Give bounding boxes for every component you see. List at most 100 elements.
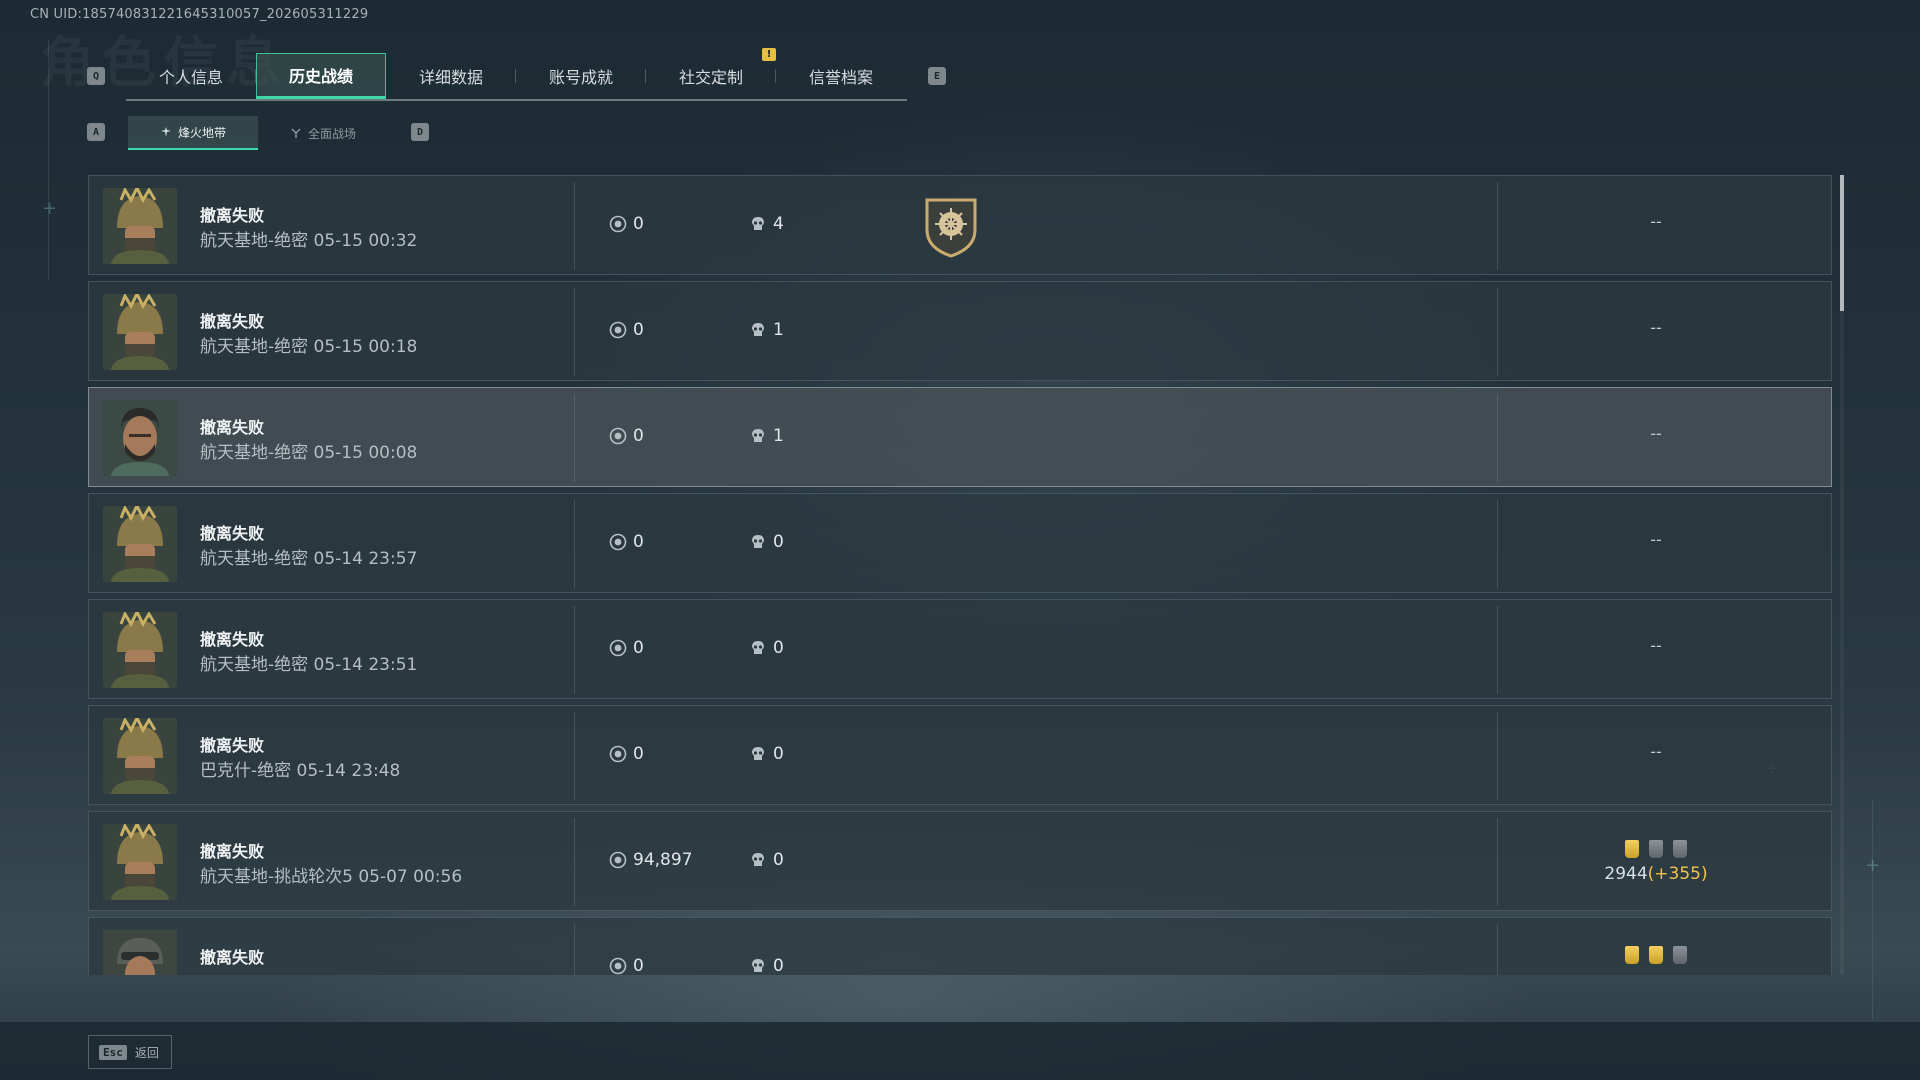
rank-points: 2944(+355)	[1591, 864, 1721, 884]
divider	[574, 394, 575, 482]
notification-badge: !	[762, 48, 776, 61]
match-detail: 巴克什-绝密 05-14 23:48	[200, 761, 401, 781]
tab-social-custom[interactable]: 社交定制	[646, 53, 776, 99]
scrollbar-thumb[interactable]	[1840, 175, 1844, 311]
match-row[interactable]: 撤离失败 航天基地-绝密 05-14 23:51 0 0 --	[88, 599, 1832, 699]
operator-avatar	[103, 188, 177, 264]
tab-achievements[interactable]: 账号成就	[516, 53, 646, 99]
medal-grey-icon	[1673, 946, 1687, 964]
medal-gold-icon	[1625, 946, 1639, 964]
tab-reputation[interactable]: 信誉档案	[776, 53, 906, 99]
divider	[574, 500, 575, 588]
extract-value-stat: 0	[609, 320, 644, 340]
kills-stat: 0	[749, 850, 784, 870]
match-row[interactable]: 撤离失败 航天基地-绝密 05-15 00:08 0 1 --	[88, 387, 1832, 487]
tab-label: 详细数据	[418, 68, 483, 87]
extract-value-stat: 0	[609, 638, 644, 658]
divider	[1497, 394, 1498, 482]
match-result: 撤离失败	[200, 630, 265, 649]
tab-personal-info[interactable]: 个人信息	[126, 53, 256, 99]
kills-stat: 0	[749, 532, 784, 552]
footer-bar	[0, 1022, 1920, 1080]
frame-line	[48, 40, 49, 280]
value-text: 0	[633, 744, 644, 764]
match-result: 撤离失败	[200, 312, 265, 331]
match-row[interactable]: 撤离失败 巴克什-绝密 05-14 23:48 0 0 --	[88, 705, 1832, 805]
value-coin-icon	[609, 215, 627, 233]
kills-stat: 4	[749, 214, 784, 234]
value-coin-icon	[609, 745, 627, 763]
match-row[interactable]: 撤离失败 航天基地-挑战轮次5 05-07 00:56 94,897 0 294…	[88, 811, 1832, 911]
kills-text: 0	[773, 956, 784, 975]
value-text: 0	[633, 638, 644, 658]
rank-score: --	[1650, 742, 1662, 761]
next-subtab-key[interactable]: D	[411, 123, 429, 141]
match-detail: 航天基地-绝密 05-14 23:51	[200, 655, 418, 675]
match-row[interactable]: 撤离失败 0 0	[88, 917, 1832, 975]
value-coin-icon	[609, 957, 627, 975]
extract-value-stat: 0	[609, 744, 644, 764]
prev-subtab-key[interactable]: A	[87, 123, 105, 141]
next-tab-key[interactable]: E	[928, 67, 946, 85]
kills-stat: 0	[749, 638, 784, 658]
match-row[interactable]: 撤离失败 航天基地-绝密 05-14 23:57 0 0 --	[88, 493, 1832, 593]
operator-avatar	[103, 930, 177, 975]
match-history-list: 撤离失败 航天基地-绝密 05-15 00:32 0 4 -- 撤离失败 航天基…	[88, 175, 1832, 975]
crosshair-decoration: +	[42, 198, 58, 219]
match-result: 撤离失败	[200, 736, 265, 755]
value-coin-icon	[609, 533, 627, 551]
match-row[interactable]: 撤离失败 航天基地-绝密 05-15 00:18 0 1 --	[88, 281, 1832, 381]
operator-avatar	[103, 400, 177, 476]
medal-gold-icon	[1649, 946, 1663, 964]
medal-grey-icon	[1673, 840, 1687, 858]
match-detail: 航天基地-挑战轮次5 05-07 00:56	[200, 867, 463, 887]
prev-tab-key[interactable]: Q	[87, 67, 105, 85]
match-detail: 航天基地-绝密 05-15 00:08	[200, 443, 418, 463]
match-result: 撤离失败	[200, 206, 265, 225]
esc-key: Esc	[99, 1044, 127, 1060]
rank-score: --	[1650, 318, 1662, 337]
tab-match-history[interactable]: 历史战绩	[256, 53, 386, 99]
divider	[574, 288, 575, 376]
skull-icon	[752, 535, 764, 548]
points-value: 2944	[1604, 864, 1648, 884]
rank-score: --	[1650, 530, 1662, 549]
mode-subtabs: 烽火地带 全面战场	[128, 116, 388, 150]
divider	[1497, 288, 1498, 376]
tab-label: 历史战绩	[288, 67, 353, 86]
kills-text: 4	[773, 214, 784, 234]
value-coin-icon	[609, 427, 627, 445]
value-text: 0	[633, 956, 644, 975]
list-scrollbar[interactable]	[1840, 175, 1844, 975]
operator-avatar	[103, 506, 177, 582]
divider	[1497, 818, 1498, 906]
kills-stat: 1	[749, 320, 784, 340]
back-button[interactable]: Esc 返回	[88, 1035, 172, 1069]
divider	[1497, 712, 1498, 800]
subtab-label: 烽火地带	[177, 125, 226, 140]
operator-avatar	[103, 718, 177, 794]
match-result: 撤离失败	[200, 948, 265, 967]
back-label: 返回	[134, 1045, 159, 1060]
divider	[1497, 182, 1498, 270]
value-coin-icon	[609, 639, 627, 657]
kills-stat: 0	[749, 956, 784, 975]
medal-gold-icon	[1625, 840, 1639, 858]
divider	[574, 818, 575, 906]
match-detail: 航天基地-绝密 05-14 23:57	[200, 549, 418, 569]
divider	[1497, 606, 1498, 694]
subtab-battlefield[interactable]: 全面战场	[258, 116, 388, 150]
divider	[574, 606, 575, 694]
rank-score: --	[1650, 636, 1662, 655]
operator-avatar	[103, 824, 177, 900]
medal-grey-icon	[1649, 840, 1663, 858]
match-result: 撤离失败	[200, 842, 265, 861]
tab-detailed-stats[interactable]: 详细数据	[386, 53, 516, 99]
match-row[interactable]: 撤离失败 航天基地-绝密 05-15 00:32 0 4 --	[88, 175, 1832, 275]
divider	[574, 712, 575, 800]
points-delta: (+355)	[1647, 864, 1708, 884]
skull-icon	[752, 429, 764, 442]
value-text: 0	[633, 426, 644, 446]
subtab-hazard-zone[interactable]: 烽火地带	[128, 116, 258, 150]
rank-medals	[1601, 840, 1711, 858]
